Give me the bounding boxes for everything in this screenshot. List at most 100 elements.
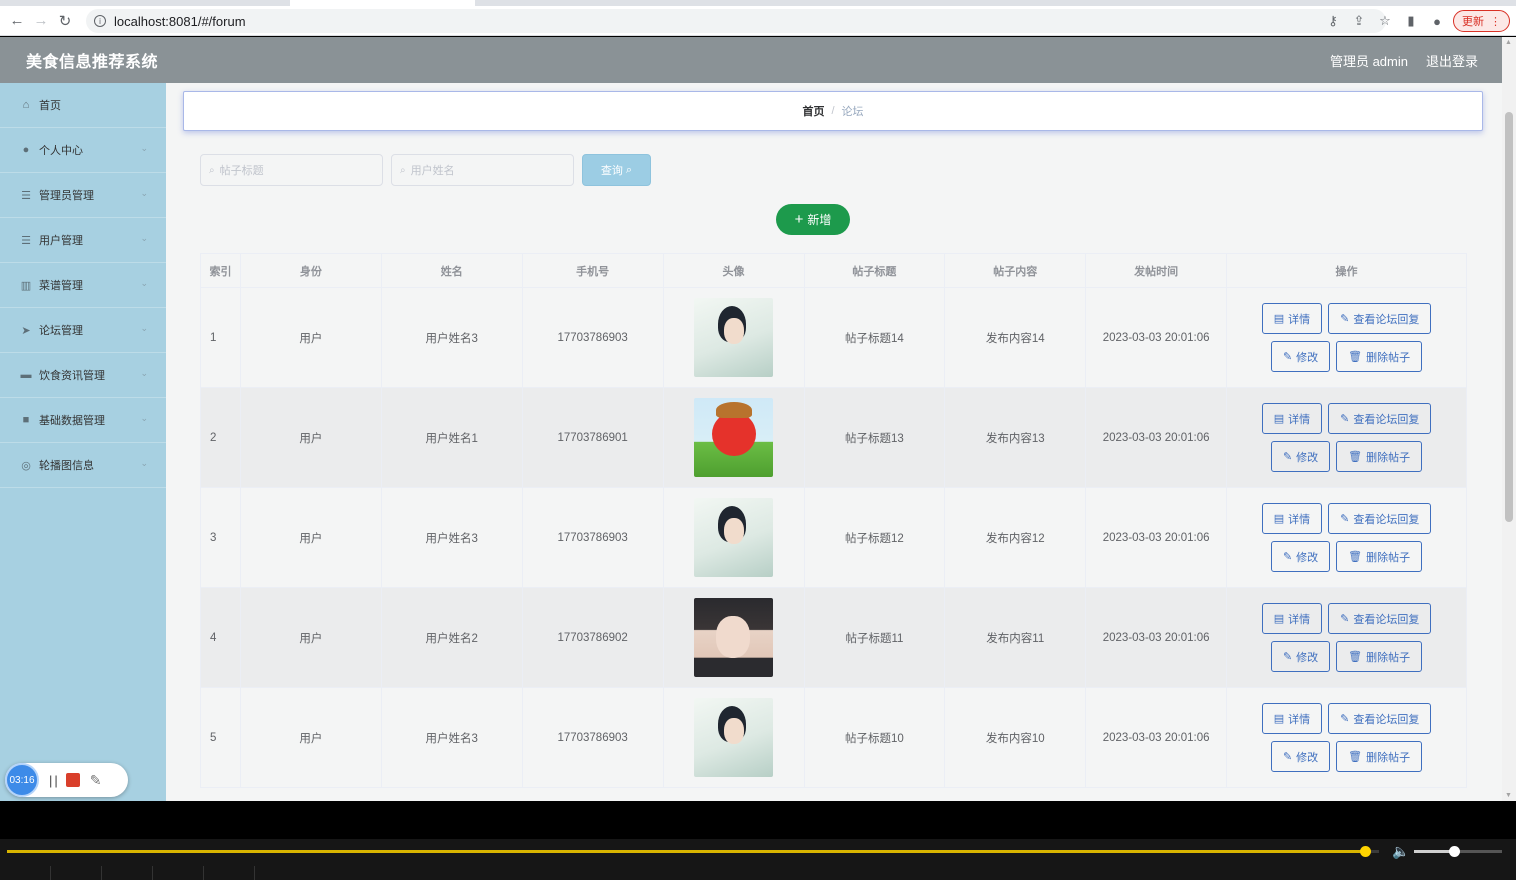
update-button[interactable]: 更新 ⋮ [1453, 10, 1510, 32]
sidebar-item-profile[interactable]: ● 个人中心 ⌄ [0, 128, 166, 173]
reload-icon[interactable]: ↻ [53, 9, 77, 33]
pen-icon[interactable]: ✎ [90, 772, 102, 789]
cell-phone: 17703786903 [521, 287, 664, 388]
scrollbar-thumb[interactable] [1505, 112, 1513, 522]
avatar-image[interactable] [694, 598, 774, 677]
url-text: localhost:8081/#/forum [114, 13, 246, 29]
row-actions: ▤ 详情 ✎ 查看论坛回复 ✎ 修改 🗑 删除帖子 [1227, 303, 1466, 372]
screen-recorder-widget: 03:16 || ✎ [5, 763, 128, 797]
admin-user-label: 管理员 admin [1329, 53, 1408, 69]
edit-button[interactable]: ✎ 修改 [1270, 641, 1331, 672]
cell-role: 用户 [239, 587, 382, 688]
sidebar-item-label: 用户管理 [39, 235, 83, 247]
add-button[interactable]: + 新增 [776, 204, 850, 235]
delete-post-button[interactable]: 🗑 删除帖子 [1336, 741, 1423, 772]
avatar-image[interactable] [694, 298, 774, 377]
post-title-search-input[interactable]: ⌕ 帖子标题 [200, 154, 383, 186]
cell-actions: ▤ 详情 ✎ 查看论坛回复 ✎ 修改 🗑 删除帖子 [1226, 587, 1467, 688]
sidebar-item-home[interactable]: ⌂ 首页 [0, 83, 166, 128]
delete-post-button[interactable]: 🗑 删除帖子 [1336, 541, 1423, 572]
site-info-icon[interactable]: i [94, 15, 106, 27]
side-panel-icon[interactable]: ▮ [1401, 11, 1421, 31]
scroll-up-icon[interactable]: ▲ [1505, 39, 1512, 46]
query-button[interactable]: 查询 ⌕ [582, 154, 651, 186]
view-replies-button[interactable]: ✎ 查看论坛回复 [1328, 303, 1432, 334]
view-replies-button[interactable]: ✎ 查看论坛回复 [1328, 403, 1432, 434]
view-replies-button[interactable]: ✎ 查看论坛回复 [1328, 703, 1432, 734]
action-row: ✎ 修改 🗑 删除帖子 [1270, 441, 1423, 472]
edit-button[interactable]: ✎ 修改 [1270, 741, 1331, 772]
volume-slider[interactable] [1414, 846, 1502, 857]
sidebar-item-admins[interactable]: ☰ 管理员管理 ⌄ [0, 173, 166, 218]
detail-button[interactable]: ▤ 详情 [1261, 503, 1323, 534]
star-icon[interactable]: ☆ [1375, 11, 1395, 31]
header-user-area: 管理员 admin 退出登录 [1330, 37, 1478, 83]
share-icon[interactable]: ⇪ [1349, 11, 1369, 31]
action-row: ✎ 修改 🗑 删除帖子 [1270, 641, 1423, 672]
edit-button[interactable]: ✎ 修改 [1270, 441, 1331, 472]
detail-button[interactable]: ▤ 详情 [1261, 303, 1323, 334]
edit-icon: ✎ [1282, 751, 1293, 763]
volume-icon[interactable]: 🔈 [1392, 843, 1409, 860]
sidebar-item-recipes[interactable]: ▥ 菜谱管理 ⌄ [0, 263, 166, 308]
delete-label: 删除帖子 [1366, 451, 1411, 464]
forward-arrow-icon[interactable]: → [29, 9, 53, 33]
document-icon: ▤ [1273, 313, 1285, 325]
search-icon: ⌕ [209, 164, 215, 176]
cell-post-content: 发布内容12 [944, 487, 1087, 588]
cell-role: 用户 [239, 687, 382, 788]
edit-button[interactable]: ✎ 修改 [1270, 541, 1331, 572]
sidebar-item-basic-data[interactable]: ■ 基础数据管理 ⌄ [0, 398, 166, 443]
edit-button[interactable]: ✎ 修改 [1270, 341, 1331, 372]
delete-label: 删除帖子 [1366, 751, 1411, 764]
trash-icon: 🗑 [1348, 451, 1363, 463]
user-name-search-input[interactable]: ⌕ 用户姓名 [391, 154, 574, 186]
breadcrumb-current: 论坛 [841, 106, 864, 118]
pause-icon[interactable]: || [49, 773, 60, 788]
cell-role: 用户 [239, 387, 382, 488]
breadcrumb-home[interactable]: 首页 [802, 103, 824, 119]
stop-icon[interactable] [65, 773, 80, 787]
key-icon[interactable]: ⚷ [1323, 11, 1343, 31]
player-segment [51, 866, 102, 880]
logout-link[interactable]: 退出登录 [1426, 51, 1478, 70]
delete-post-button[interactable]: 🗑 删除帖子 [1336, 341, 1423, 372]
page-scrollbar[interactable]: ▲ ▼ [1502, 37, 1516, 801]
sidebar-item-label: 轮播图信息 [39, 460, 94, 472]
delete-post-button[interactable]: 🗑 删除帖子 [1336, 641, 1423, 672]
edit-icon: ✎ [1282, 351, 1293, 363]
profile-icon[interactable]: ● [1427, 11, 1447, 31]
detail-label: 详情 [1288, 513, 1311, 526]
delete-post-button[interactable]: 🗑 删除帖子 [1336, 441, 1423, 472]
address-bar[interactable]: i localhost:8081/#/forum [86, 9, 1386, 33]
breadcrumb: 首页 / 论坛 [183, 91, 1483, 131]
column-header-actions: 操作 [1226, 253, 1467, 288]
view-replies-button[interactable]: ✎ 查看论坛回复 [1328, 503, 1432, 534]
cell-post-time: 2023-03-03 20:01:06 [1085, 687, 1228, 788]
cell-actions: ▤ 详情 ✎ 查看论坛回复 ✎ 修改 🗑 删除帖子 [1226, 687, 1467, 788]
sidebar-item-carousel[interactable]: ◎ 轮播图信息 ⌄ [0, 443, 166, 488]
avatar-image[interactable] [694, 498, 774, 577]
detail-button[interactable]: ▤ 详情 [1261, 703, 1323, 734]
view-replies-button[interactable]: ✎ 查看论坛回复 [1328, 603, 1432, 634]
scroll-down-icon[interactable]: ▼ [1505, 792, 1512, 799]
avatar-image[interactable] [694, 698, 774, 777]
column-header-index: 索引 [200, 253, 241, 288]
action-row: ▤ 详情 ✎ 查看论坛回复 [1261, 603, 1432, 634]
avatar-image[interactable] [694, 398, 774, 477]
sidebar-item-users[interactable]: ☰ 用户管理 ⌄ [0, 218, 166, 263]
sidebar-item-forum[interactable]: ➤ 论坛管理 ⌄ [0, 308, 166, 353]
detail-button[interactable]: ▤ 详情 [1261, 603, 1323, 634]
volume-knob[interactable] [1448, 846, 1460, 857]
detail-button[interactable]: ▤ 详情 [1261, 403, 1323, 434]
sidebar-item-label: 基础数据管理 [39, 415, 105, 427]
trash-icon: 🗑 [1348, 651, 1363, 663]
back-arrow-icon[interactable]: ← [5, 9, 29, 33]
sidebar-item-news[interactable]: ▬ 饮食资讯管理 ⌄ [0, 353, 166, 398]
action-row: ✎ 修改 🗑 删除帖子 [1270, 341, 1423, 372]
sidebar: ⌂ 首页 ● 个人中心 ⌄ ☰ 管理员管理 ⌄ ☰ 用户管理 ⌄ ▥ 菜谱管理 … [0, 83, 166, 801]
cell-post-time: 2023-03-03 20:01:06 [1085, 287, 1228, 388]
cell-avatar [662, 487, 805, 588]
progress-slider[interactable] [7, 846, 1379, 857]
edit-label: 修改 [1296, 651, 1319, 664]
